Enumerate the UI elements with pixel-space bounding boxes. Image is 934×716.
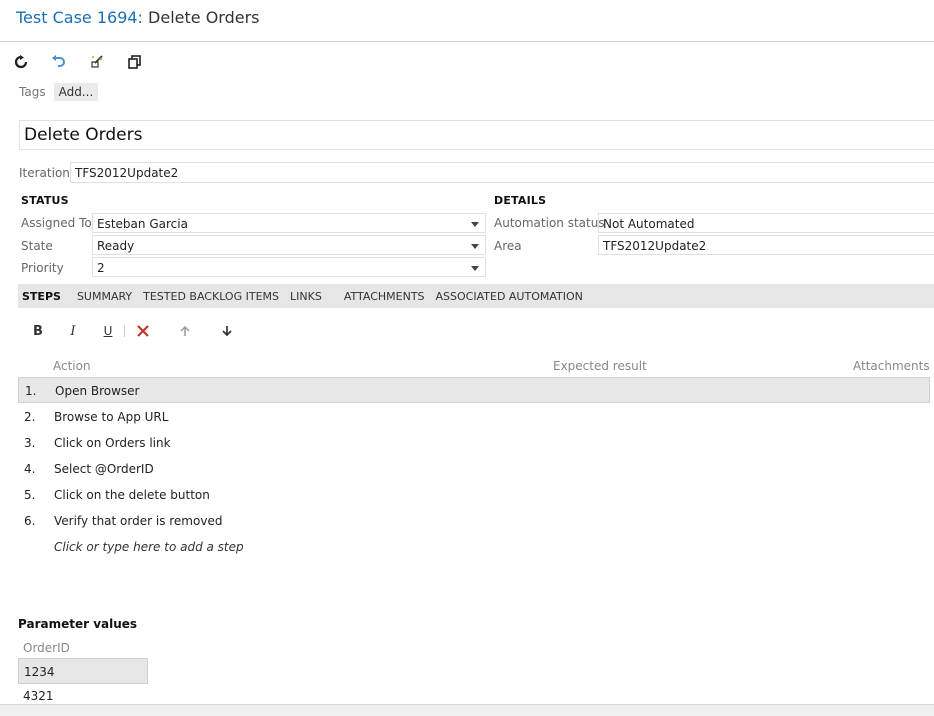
parameter-column-header: OrderID [23, 641, 70, 655]
iteration-label: Iteration [19, 166, 70, 180]
tab-steps[interactable]: STEPS [18, 290, 68, 303]
step-row[interactable]: 5. Click on the delete button [18, 482, 930, 508]
title-field[interactable]: Delete Orders [19, 120, 934, 150]
step-action: Click on Orders link [54, 436, 171, 450]
chevron-down-icon [471, 244, 479, 249]
step-number: 2. [24, 410, 36, 424]
chevron-down-icon [471, 222, 479, 227]
state-dropdown[interactable]: Ready [92, 235, 486, 255]
action-column-header: Action [53, 359, 91, 373]
form-tabs: STEPS SUMMARY TESTED BACKLOG ITEMS LINKS… [18, 284, 934, 308]
page-title: Test Case 1694: Delete Orders [0, 0, 934, 42]
add-step-placeholder[interactable]: Click or type here to add a step [54, 540, 244, 554]
assigned-to-dropdown[interactable]: Esteban Garcia [92, 213, 486, 233]
priority-value: 2 [97, 261, 105, 275]
automation-status-label: Automation status [494, 216, 605, 230]
automation-status-field[interactable]: Not Automated [598, 213, 934, 233]
priority-dropdown[interactable]: 2 [92, 257, 486, 277]
step-action: Select @OrderID [54, 462, 154, 476]
main-toolbar [10, 50, 146, 74]
status-header: STATUS [21, 194, 69, 207]
arrow-up-icon [180, 325, 190, 336]
tab-summary[interactable]: SUMMARY [73, 290, 139, 303]
assigned-to-value: Esteban Garcia [97, 217, 188, 231]
step-number: 1. [25, 384, 37, 398]
attachments-column-header: Attachments [853, 359, 930, 373]
iteration-field[interactable]: TFS2012Update2 [70, 162, 934, 183]
area-value: TFS2012Update2 [603, 239, 707, 253]
chevron-down-icon [471, 266, 479, 271]
step-row[interactable]: 2. Browse to App URL [18, 404, 930, 430]
area-field[interactable]: TFS2012Update2 [598, 235, 934, 255]
steps-toolbar: B I U [28, 320, 237, 342]
step-action: Open Browser [55, 384, 140, 398]
delete-step-button[interactable] [133, 321, 153, 341]
refresh-button[interactable] [10, 51, 32, 73]
bold-button[interactable]: B [28, 321, 48, 341]
step-action: Verify that order is removed [54, 514, 223, 528]
parameter-values-header: Parameter values [18, 617, 138, 631]
tab-links[interactable]: LINKS [286, 290, 329, 303]
horizontal-scrollbar[interactable] [0, 704, 934, 716]
priority-label: Priority [21, 261, 64, 275]
tags-row: Tags Add... [19, 82, 99, 102]
expected-result-column-header: Expected result [553, 359, 647, 373]
assigned-to-label: Assigned To [21, 216, 92, 230]
undo-button[interactable] [48, 51, 70, 73]
edit-clear-icon [91, 55, 103, 68]
add-tag-button[interactable]: Add... [53, 83, 99, 101]
step-number: 6. [24, 514, 36, 528]
step-row[interactable]: 6. Verify that order is removed [18, 508, 930, 534]
copy-icon [128, 55, 141, 69]
tab-attachments[interactable]: ATTACHMENTS [340, 290, 432, 303]
parameter-value-cell[interactable]: 1234 [18, 658, 148, 684]
area-label: Area [494, 239, 522, 253]
step-action: Browse to App URL [54, 410, 169, 424]
step-row[interactable]: 3. Click on Orders link [18, 430, 930, 456]
step-action: Click on the delete button [54, 488, 210, 502]
step-row[interactable]: 4. Select @OrderID [18, 456, 930, 482]
step-number: 5. [24, 488, 36, 502]
italic-button[interactable]: I [63, 321, 83, 341]
refresh-icon [14, 55, 28, 69]
step-number: 3. [24, 436, 36, 450]
move-up-button[interactable] [175, 321, 195, 341]
tab-tested-backlog-items[interactable]: TESTED BACKLOG ITEMS [139, 290, 286, 303]
toolbar-divider [124, 325, 125, 337]
test-case-form: Test Case 1694: Delete Orders Tags Add..… [0, 0, 934, 716]
automation-status-value: Not Automated [603, 217, 695, 231]
state-label: State [21, 239, 53, 253]
undo-icon [52, 55, 65, 67]
edit-clear-button[interactable] [86, 51, 108, 73]
underline-button[interactable]: U [98, 321, 118, 341]
move-down-button[interactable] [217, 321, 237, 341]
test-case-name: Delete Orders [148, 8, 260, 27]
state-value: Ready [97, 239, 135, 253]
copy-button[interactable] [124, 51, 146, 73]
step-row[interactable]: 1. Open Browser [18, 377, 930, 403]
tab-associated-automation[interactable]: ASSOCIATED AUTOMATION [432, 290, 590, 303]
step-number: 4. [24, 462, 36, 476]
arrow-down-icon [222, 326, 232, 337]
test-case-id: Test Case 1694: [16, 8, 143, 27]
tags-label: Tags [19, 85, 46, 99]
parameter-value-cell[interactable]: 4321 [23, 690, 54, 700]
iteration-row: Iteration TFS2012Update2 [19, 162, 934, 183]
details-header: DETAILS [494, 194, 547, 207]
delete-icon [137, 325, 149, 337]
